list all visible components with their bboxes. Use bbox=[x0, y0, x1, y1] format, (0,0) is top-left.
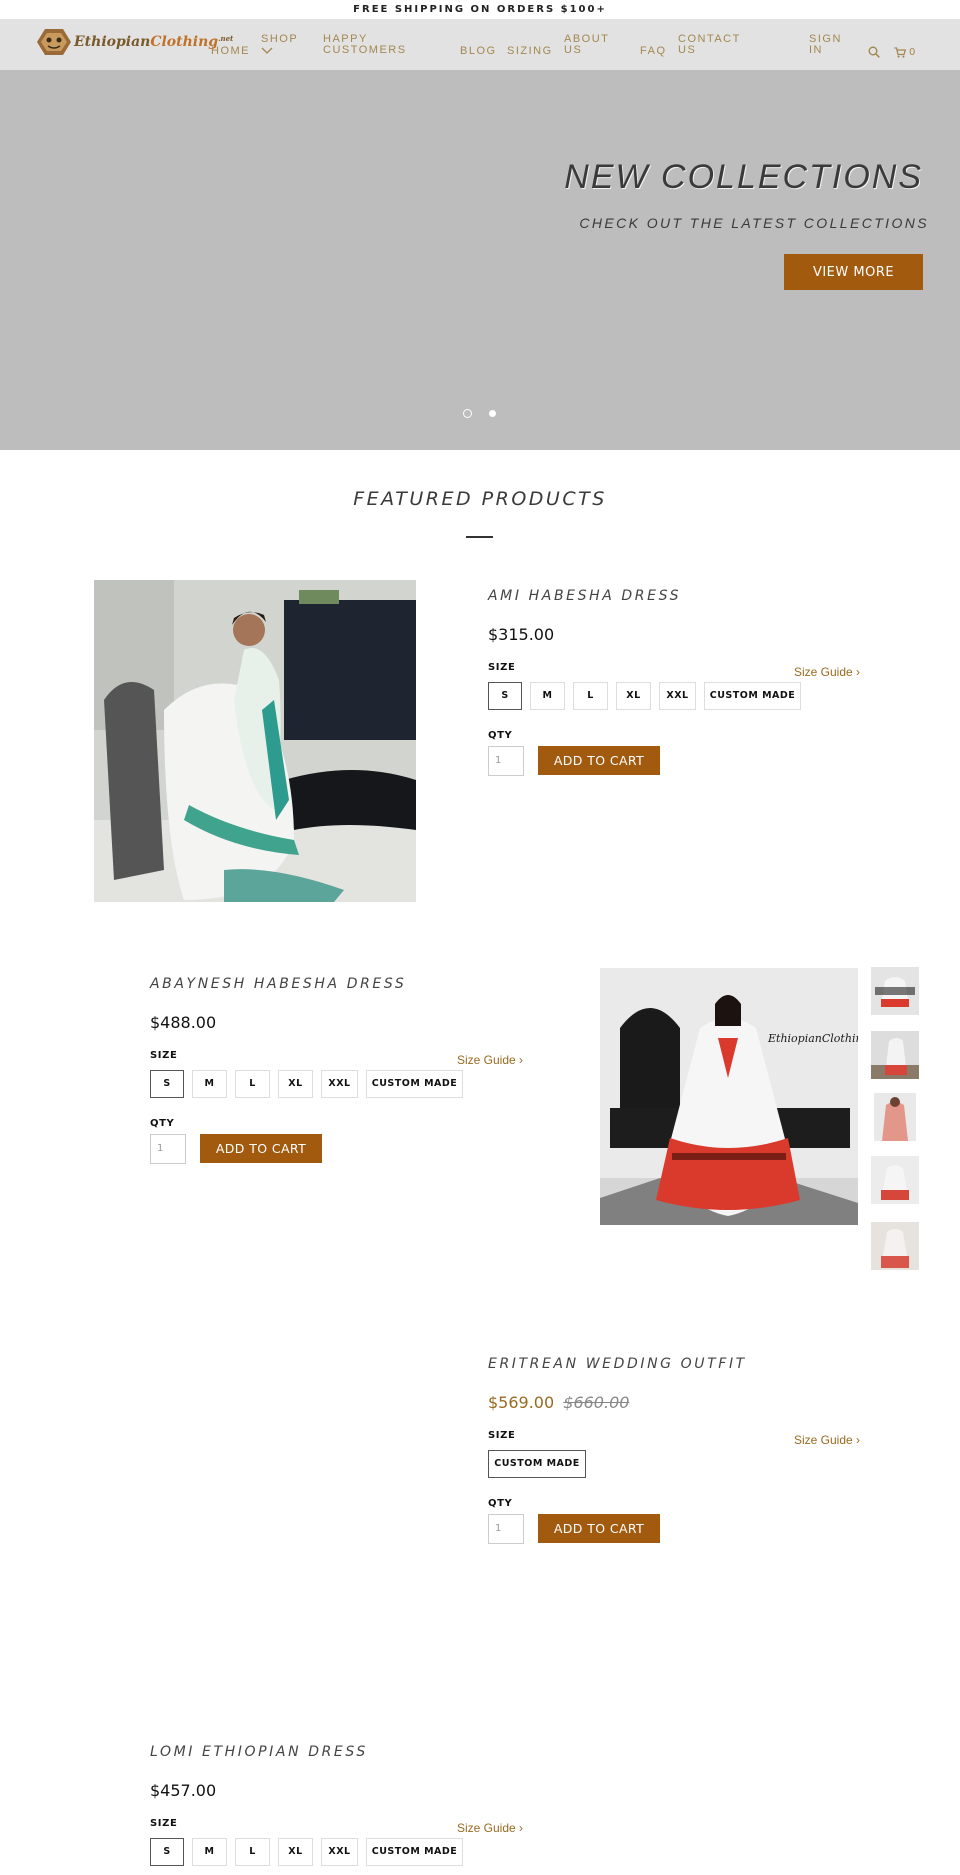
chevron-down-icon bbox=[261, 46, 298, 57]
heading-divider bbox=[466, 536, 493, 538]
nav-sign-in[interactable]: SIGN IN bbox=[809, 34, 842, 56]
nav-shop[interactable]: SHOP bbox=[261, 34, 298, 57]
size-option-s[interactable]: S bbox=[488, 682, 522, 710]
qty-label: QTY bbox=[150, 1118, 175, 1129]
size-option-xl[interactable]: XL bbox=[616, 682, 651, 710]
nav-blog[interactable]: BLOG bbox=[460, 46, 497, 57]
nav-contact-us[interactable]: CONTACT US bbox=[678, 34, 741, 56]
product-price: $488.00 bbox=[150, 1013, 217, 1032]
qty-label: QTY bbox=[488, 1498, 513, 1509]
svg-text:EthiopianClothing: EthiopianClothing bbox=[767, 1032, 858, 1045]
nav-about-us[interactable]: ABOUT US bbox=[564, 34, 609, 56]
size-option-xxl[interactable]: XXL bbox=[659, 682, 696, 710]
size-option-xxl[interactable]: XXL bbox=[321, 1070, 358, 1098]
hero-title: NEW COLLECTIONS bbox=[564, 158, 923, 196]
hero-slideshow: NEW COLLECTIONS CHECK OUT THE LATEST COL… bbox=[0, 70, 960, 450]
compare-at-price: $660.00 bbox=[563, 1393, 630, 1412]
nav-shop-label: SHOP bbox=[261, 33, 299, 45]
nav-signin-line2: IN bbox=[809, 44, 823, 56]
size-option-l[interactable]: L bbox=[573, 682, 608, 710]
size-option-s[interactable]: S bbox=[150, 1070, 184, 1098]
size-option-s[interactable]: S bbox=[150, 1838, 184, 1866]
product-name[interactable]: ERITREAN WEDDING OUTFIT bbox=[488, 1356, 747, 1372]
view-more-button[interactable]: VIEW MORE bbox=[784, 254, 923, 290]
nav-about-line2: US bbox=[564, 44, 583, 56]
nav-sizing[interactable]: SIZING bbox=[507, 46, 553, 57]
quantity-input[interactable]: 1 bbox=[150, 1134, 186, 1164]
size-option-xl[interactable]: XL bbox=[278, 1070, 313, 1098]
product-thumbnail-3[interactable] bbox=[874, 1093, 916, 1141]
size-label: SIZE bbox=[488, 662, 516, 673]
site-header: EthiopianClothing.net HOME SHOP HAPPY CU… bbox=[0, 19, 960, 70]
product-thumbnail-4[interactable] bbox=[871, 1156, 919, 1204]
product-name[interactable]: LOMI ETHIOPIAN DRESS bbox=[150, 1744, 368, 1760]
nav-faq[interactable]: FAQ bbox=[640, 46, 667, 57]
logo-mark-icon bbox=[36, 27, 72, 57]
slide-dot-2[interactable] bbox=[489, 410, 496, 417]
product-name[interactable]: ABAYNESH HABESHA DRESS bbox=[150, 976, 406, 992]
size-option-m[interactable]: M bbox=[192, 1070, 227, 1098]
product-thumbnail-2[interactable] bbox=[871, 1031, 919, 1079]
hero-subtitle: CHECK OUT THE LATEST COLLECTIONS bbox=[579, 215, 929, 231]
size-option-custom-made[interactable]: CUSTOM MADE bbox=[704, 682, 801, 710]
nav-happy-customers[interactable]: HAPPY CUSTOMERS bbox=[323, 34, 407, 56]
qty-label: QTY bbox=[488, 730, 513, 741]
slide-dot-1[interactable] bbox=[463, 409, 472, 418]
product-price: $315.00 bbox=[488, 625, 555, 644]
size-label: SIZE bbox=[150, 1050, 178, 1061]
size-option-l[interactable]: L bbox=[235, 1838, 270, 1866]
size-label: SIZE bbox=[150, 1818, 178, 1829]
featured-products-heading: FEATURED PRODUCTS bbox=[353, 488, 607, 510]
size-option-l[interactable]: L bbox=[235, 1070, 270, 1098]
nav-contact-line2: US bbox=[678, 44, 697, 56]
product-image-abaynesh[interactable]: EthiopianClothing bbox=[600, 968, 858, 1225]
quantity-input[interactable]: 1 bbox=[488, 746, 524, 776]
cart-button[interactable]: 0 bbox=[894, 43, 915, 62]
product-name[interactable]: AMI HABESHA DRESS bbox=[488, 588, 681, 604]
nav-happy-customers-line2: CUSTOMERS bbox=[323, 44, 407, 56]
size-option-xxl[interactable]: XXL bbox=[321, 1838, 358, 1866]
size-option-custom-made[interactable]: CUSTOM MADE bbox=[366, 1070, 463, 1098]
logo-text: EthiopianClothing.net bbox=[74, 34, 234, 50]
quantity-input[interactable]: 1 bbox=[488, 1514, 524, 1544]
size-option-custom-made[interactable]: CUSTOM MADE bbox=[488, 1450, 586, 1478]
add-to-cart-button[interactable]: ADD TO CART bbox=[538, 746, 660, 775]
cart-icon bbox=[894, 43, 907, 62]
size-guide-link[interactable]: Size Guide › bbox=[457, 1053, 523, 1067]
product-thumbnail-1[interactable] bbox=[871, 967, 919, 1015]
size-option-m[interactable]: M bbox=[530, 682, 565, 710]
size-guide-link[interactable]: Size Guide › bbox=[794, 665, 860, 679]
size-guide-link[interactable]: Size Guide › bbox=[794, 1433, 860, 1447]
size-option-custom-made[interactable]: CUSTOM MADE bbox=[366, 1838, 463, 1866]
nav-home[interactable]: HOME bbox=[211, 46, 250, 57]
announcement-bar: FREE SHIPPING ON ORDERS $100+ bbox=[0, 0, 960, 19]
size-guide-link[interactable]: Size Guide › bbox=[457, 1821, 523, 1835]
site-logo[interactable]: EthiopianClothing.net bbox=[36, 25, 233, 59]
sale-price: $569.00 bbox=[488, 1393, 555, 1412]
size-option-xl[interactable]: XL bbox=[278, 1838, 313, 1866]
product-thumbnail-5[interactable] bbox=[871, 1222, 919, 1270]
product-price: $569.00 $660.00 bbox=[488, 1393, 629, 1412]
add-to-cart-button[interactable]: ADD TO CART bbox=[538, 1514, 660, 1543]
product-image-ami[interactable] bbox=[94, 580, 416, 902]
product-price: $457.00 bbox=[150, 1781, 217, 1800]
add-to-cart-button[interactable]: ADD TO CART bbox=[200, 1134, 322, 1163]
cart-count: 0 bbox=[909, 47, 916, 58]
size-label: SIZE bbox=[488, 1430, 516, 1441]
size-option-m[interactable]: M bbox=[192, 1838, 227, 1866]
search-icon[interactable] bbox=[868, 43, 880, 62]
